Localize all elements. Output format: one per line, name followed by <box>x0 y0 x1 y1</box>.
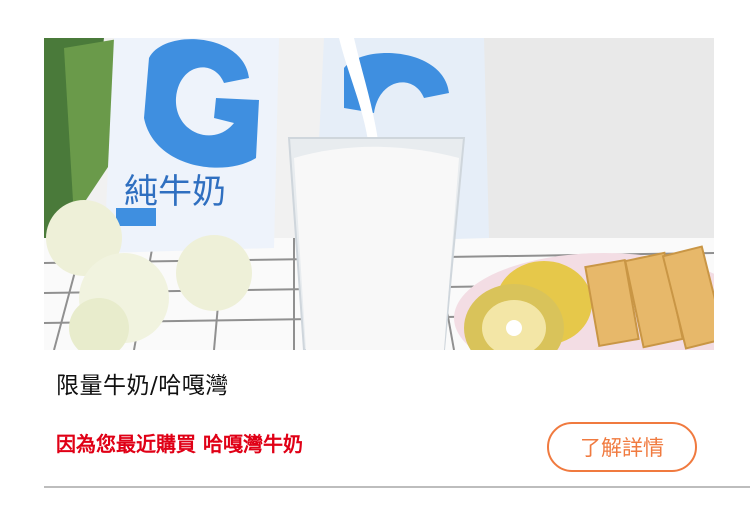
product-card: 純牛奶 限量牛奶/哈嘎灣 因為您最近購買 哈嘎灣牛奶 了解詳情 <box>0 0 750 532</box>
divider <box>44 486 750 488</box>
product-title[interactable]: 限量牛奶/哈嘎灣 <box>56 366 229 400</box>
recommendation-reason: 因為您最近購買 哈嘎灣牛奶 <box>56 432 303 456</box>
product-image[interactable]: 純牛奶 <box>44 38 714 350</box>
learn-more-button[interactable]: 了解詳情 <box>547 422 697 472</box>
package-label: 純牛奶 <box>124 172 226 212</box>
